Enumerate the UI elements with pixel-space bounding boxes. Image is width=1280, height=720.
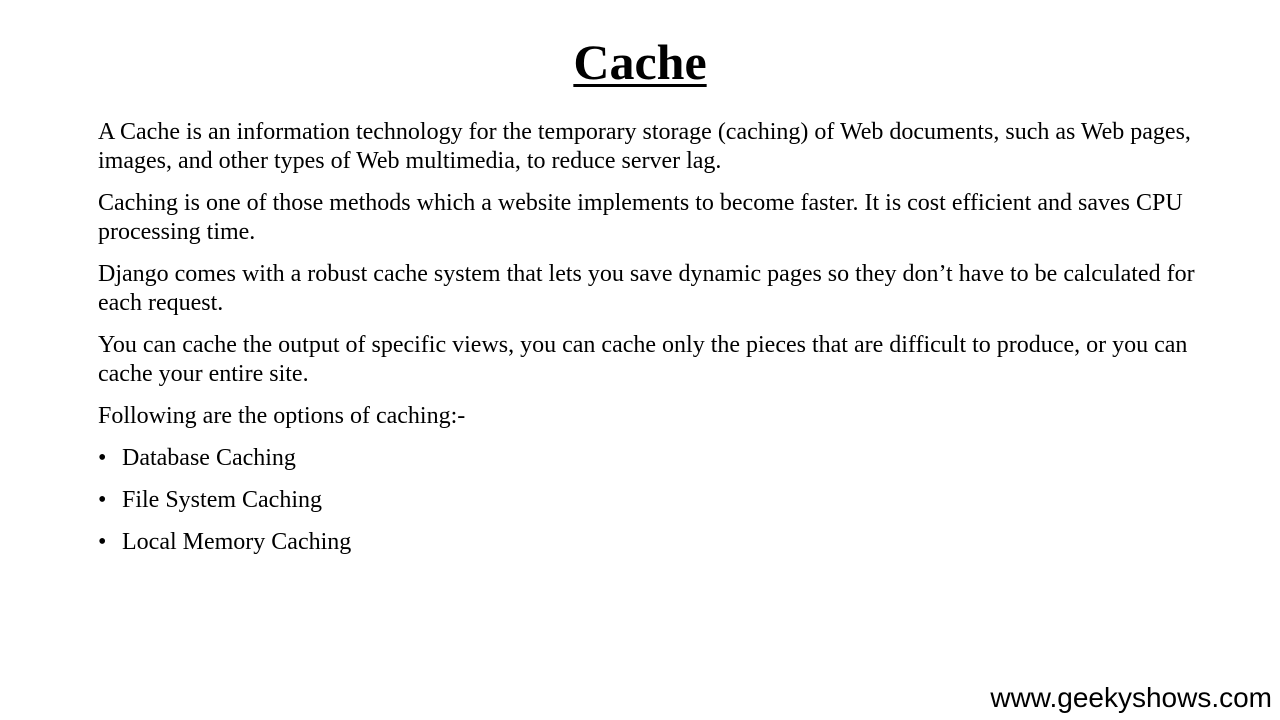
slide-title-text: Cache: [573, 34, 707, 90]
paragraph-cache-scope: You can cache the output of specific vie…: [98, 332, 1188, 387]
caching-options-list: • Database Caching • File System Caching…: [98, 444, 1208, 557]
list-item-label: File System Caching: [122, 487, 322, 513]
list-item: • Local Memory Caching: [98, 528, 1208, 557]
list-item: • File System Caching: [98, 486, 1208, 515]
paragraph-django-cache: Django comes with a robust cache system …: [98, 261, 1195, 316]
list-item-label: Local Memory Caching: [122, 529, 352, 555]
slide: Cache A Cache is an information technolo…: [0, 0, 1280, 720]
slide-body: A Cache is an information technology for…: [98, 118, 1208, 570]
paragraph-caching-benefit: Caching is one of those methods which a …: [98, 190, 1183, 245]
bullet-icon: •: [98, 445, 107, 471]
paragraph-options-intro: Following are the options of caching:-: [98, 403, 466, 429]
slide-title: Cache: [0, 34, 1280, 90]
footer-website: www.geekyshows.com: [990, 682, 1272, 713]
list-item-label: Database Caching: [122, 445, 296, 471]
bullet-icon: •: [98, 529, 107, 555]
list-item: • Database Caching: [98, 444, 1208, 473]
paragraph-cache-definition: A Cache is an information technology for…: [98, 119, 1191, 174]
bullet-icon: •: [98, 487, 107, 513]
